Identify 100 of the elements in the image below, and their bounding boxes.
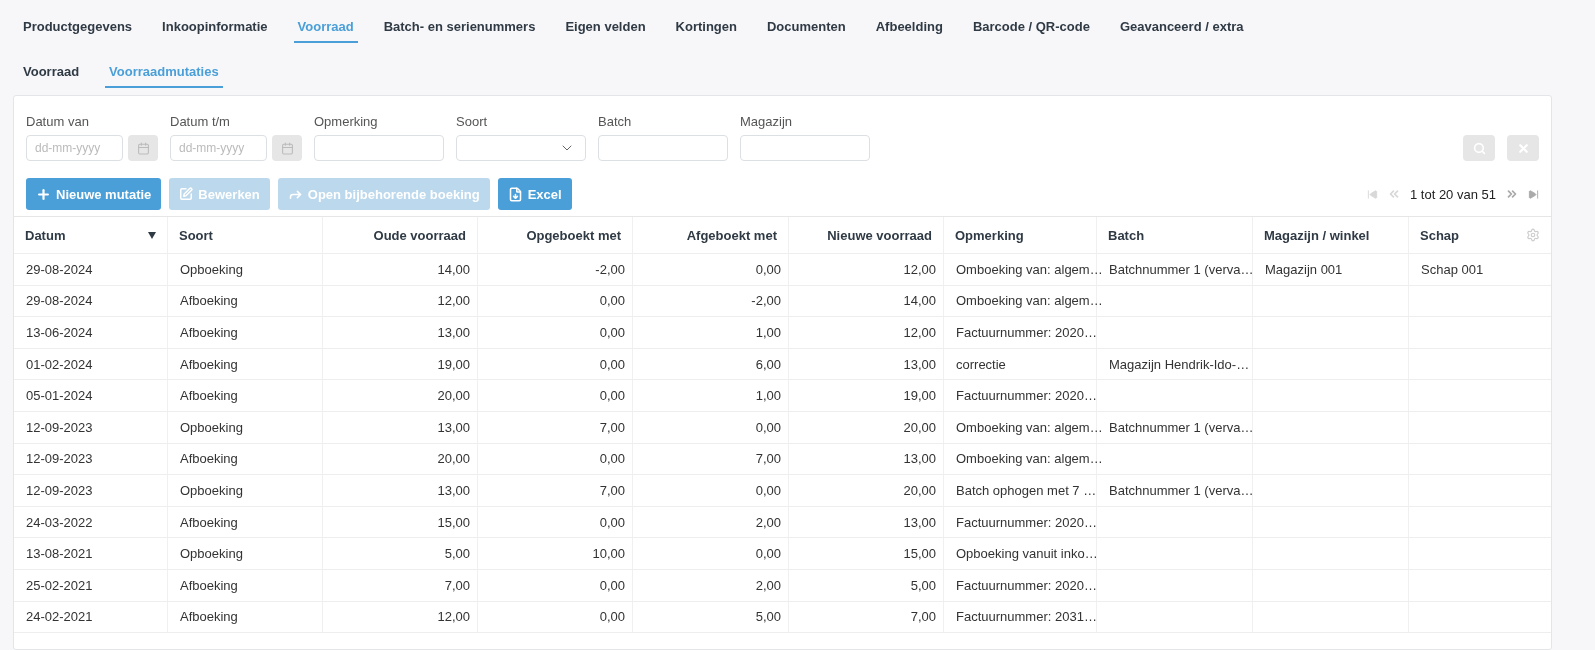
column-header[interactable]: Datum	[25, 227, 66, 243]
table-cell: 12,00	[903, 261, 936, 277]
table-cell: 0,00	[599, 356, 625, 372]
column-header[interactable]: Opmerking	[955, 227, 1024, 243]
field-label: Batch	[598, 114, 633, 129]
close-button[interactable]	[1507, 135, 1539, 161]
table-cell: 14,00	[437, 261, 470, 277]
field-label: Datum van	[26, 114, 90, 129]
field-label: Opmerking	[314, 114, 379, 129]
table-cell: 29-08-2024	[26, 293, 93, 309]
close-icon	[1516, 141, 1530, 155]
table-cell: 24-02-2021	[26, 609, 93, 625]
table-cell: 24-03-2022	[26, 514, 93, 530]
table-cell: 1,00	[755, 388, 781, 404]
tab[interactable]: Kortingen	[671, 14, 741, 43]
table-cell: Batch ophogen met 7 …	[956, 482, 1097, 498]
column-header[interactable]: Nieuwe voorraad	[827, 227, 932, 243]
export-icon	[507, 186, 523, 202]
sub-tab[interactable]: Voorraad	[19, 59, 84, 88]
table-cell: Afboeking	[180, 451, 238, 467]
calendar-icon	[280, 141, 294, 155]
settings-icon[interactable]	[1526, 228, 1540, 242]
search-icon	[1472, 141, 1486, 155]
dropdown-field[interactable]	[456, 135, 586, 161]
table-cell: Factuurnummer: 2020…	[956, 514, 1097, 530]
text-field[interactable]	[598, 135, 728, 161]
date-field[interactable]: dd-mm-yyyy	[170, 135, 267, 161]
tab[interactable]: Inkoopinformatie	[158, 14, 272, 43]
text-field[interactable]	[314, 135, 444, 161]
column-header[interactable]: Schap	[1420, 227, 1459, 243]
table-cell: Schap 001	[1421, 261, 1484, 277]
calendar-button[interactable]	[128, 135, 158, 161]
table-cell: 12,00	[903, 325, 936, 340]
tab[interactable]: Eigen velden	[561, 14, 650, 43]
table-cell: 5,00	[444, 546, 470, 562]
table-cell: -2,00	[595, 261, 625, 277]
column-header[interactable]: Batch	[1108, 227, 1145, 243]
table-cell: Afboeking	[180, 325, 238, 340]
table-cell: Factuurnummer: 2031…	[956, 609, 1097, 625]
date-field[interactable]: dd-mm-yyyy	[26, 135, 123, 161]
table-cell: Factuurnummer: 2020…	[956, 388, 1097, 404]
table-cell: 6,00	[755, 356, 781, 372]
table-cell: 10,00	[592, 546, 625, 562]
column-header[interactable]: Oude voorraad	[373, 227, 466, 243]
table-cell: 20,00	[437, 388, 470, 404]
column-header[interactable]: Magazijn / winkel	[1264, 227, 1370, 243]
table-cell: 15,00	[437, 514, 470, 530]
table-cell: 12,00	[437, 609, 470, 625]
table-cell: 5,00	[755, 609, 781, 625]
table-cell: 0,00	[599, 293, 625, 309]
table-cell: 13,00	[437, 419, 470, 435]
table-cell: correctie	[956, 356, 1006, 372]
tab[interactable]: Productgegevens	[19, 14, 137, 43]
tab[interactable]: Batch- en serienummers	[379, 14, 540, 43]
table-cell: 12,00	[437, 293, 470, 309]
table-cell: Afboeking	[180, 388, 238, 404]
calendar-button[interactable]	[272, 135, 302, 161]
table-cell: 2,00	[755, 577, 781, 593]
table-cell: 29-08-2024	[26, 261, 93, 277]
table-cell: 13,00	[903, 451, 936, 467]
table-cell: 12-09-2023	[26, 482, 93, 498]
table-cell: 7,00	[755, 451, 781, 467]
table-cell: 7,00	[599, 482, 625, 498]
table-cell: 13,00	[903, 514, 936, 530]
table-cell: 13,00	[437, 482, 470, 498]
table-cell: 7,00	[910, 609, 936, 625]
text-field[interactable]	[740, 135, 870, 161]
tab[interactable]: Barcode / QR-code	[968, 14, 1094, 43]
column-header[interactable]: Opgeboekt met	[526, 227, 621, 243]
calendar-icon	[136, 141, 150, 155]
table-cell: 0,00	[599, 609, 625, 625]
tab[interactable]: Geavanceerd / extra	[1115, 14, 1248, 43]
table-cell: Batchnummer 1 (verva…	[1109, 261, 1254, 277]
table-cell: 0,00	[755, 546, 781, 562]
table-cell: 19,00	[437, 356, 470, 372]
table-cell: Batchnummer 1 (verva…	[1109, 482, 1254, 498]
tab[interactable]: Afbeelding	[871, 14, 947, 43]
last-page-icon[interactable]	[1528, 188, 1539, 200]
table-cell: Batchnummer 1 (verva…	[1109, 419, 1254, 435]
table-cell: Factuurnummer: 2020…	[956, 325, 1097, 340]
table-cell: 14,00	[903, 293, 936, 309]
table-cell: 0,00	[599, 451, 625, 467]
table-cell: 13,00	[437, 325, 470, 340]
table-cell: 13-08-2021	[26, 546, 93, 562]
table-cell: Omboeking van: algem…	[956, 261, 1103, 277]
column-header[interactable]: Afgeboekt met	[686, 227, 777, 243]
table-cell: Magazijn 001	[1265, 261, 1343, 277]
table-cell: 7,00	[599, 419, 625, 435]
table-cell: 0,00	[599, 577, 625, 593]
column-header[interactable]: Soort	[179, 227, 213, 243]
plus-icon	[36, 186, 51, 202]
tab[interactable]: Documenten	[763, 14, 850, 43]
table-cell: 01-02-2024	[26, 356, 93, 372]
field-label: Magazijn	[740, 114, 794, 129]
table-cell: 0,00	[755, 419, 781, 435]
search-button[interactable]	[1463, 135, 1495, 161]
table-cell: 0,00	[755, 261, 781, 277]
next-page-icon[interactable]	[1505, 187, 1519, 201]
table-cell: 0,00	[599, 388, 625, 404]
table-cell: Opboeking	[180, 261, 243, 277]
